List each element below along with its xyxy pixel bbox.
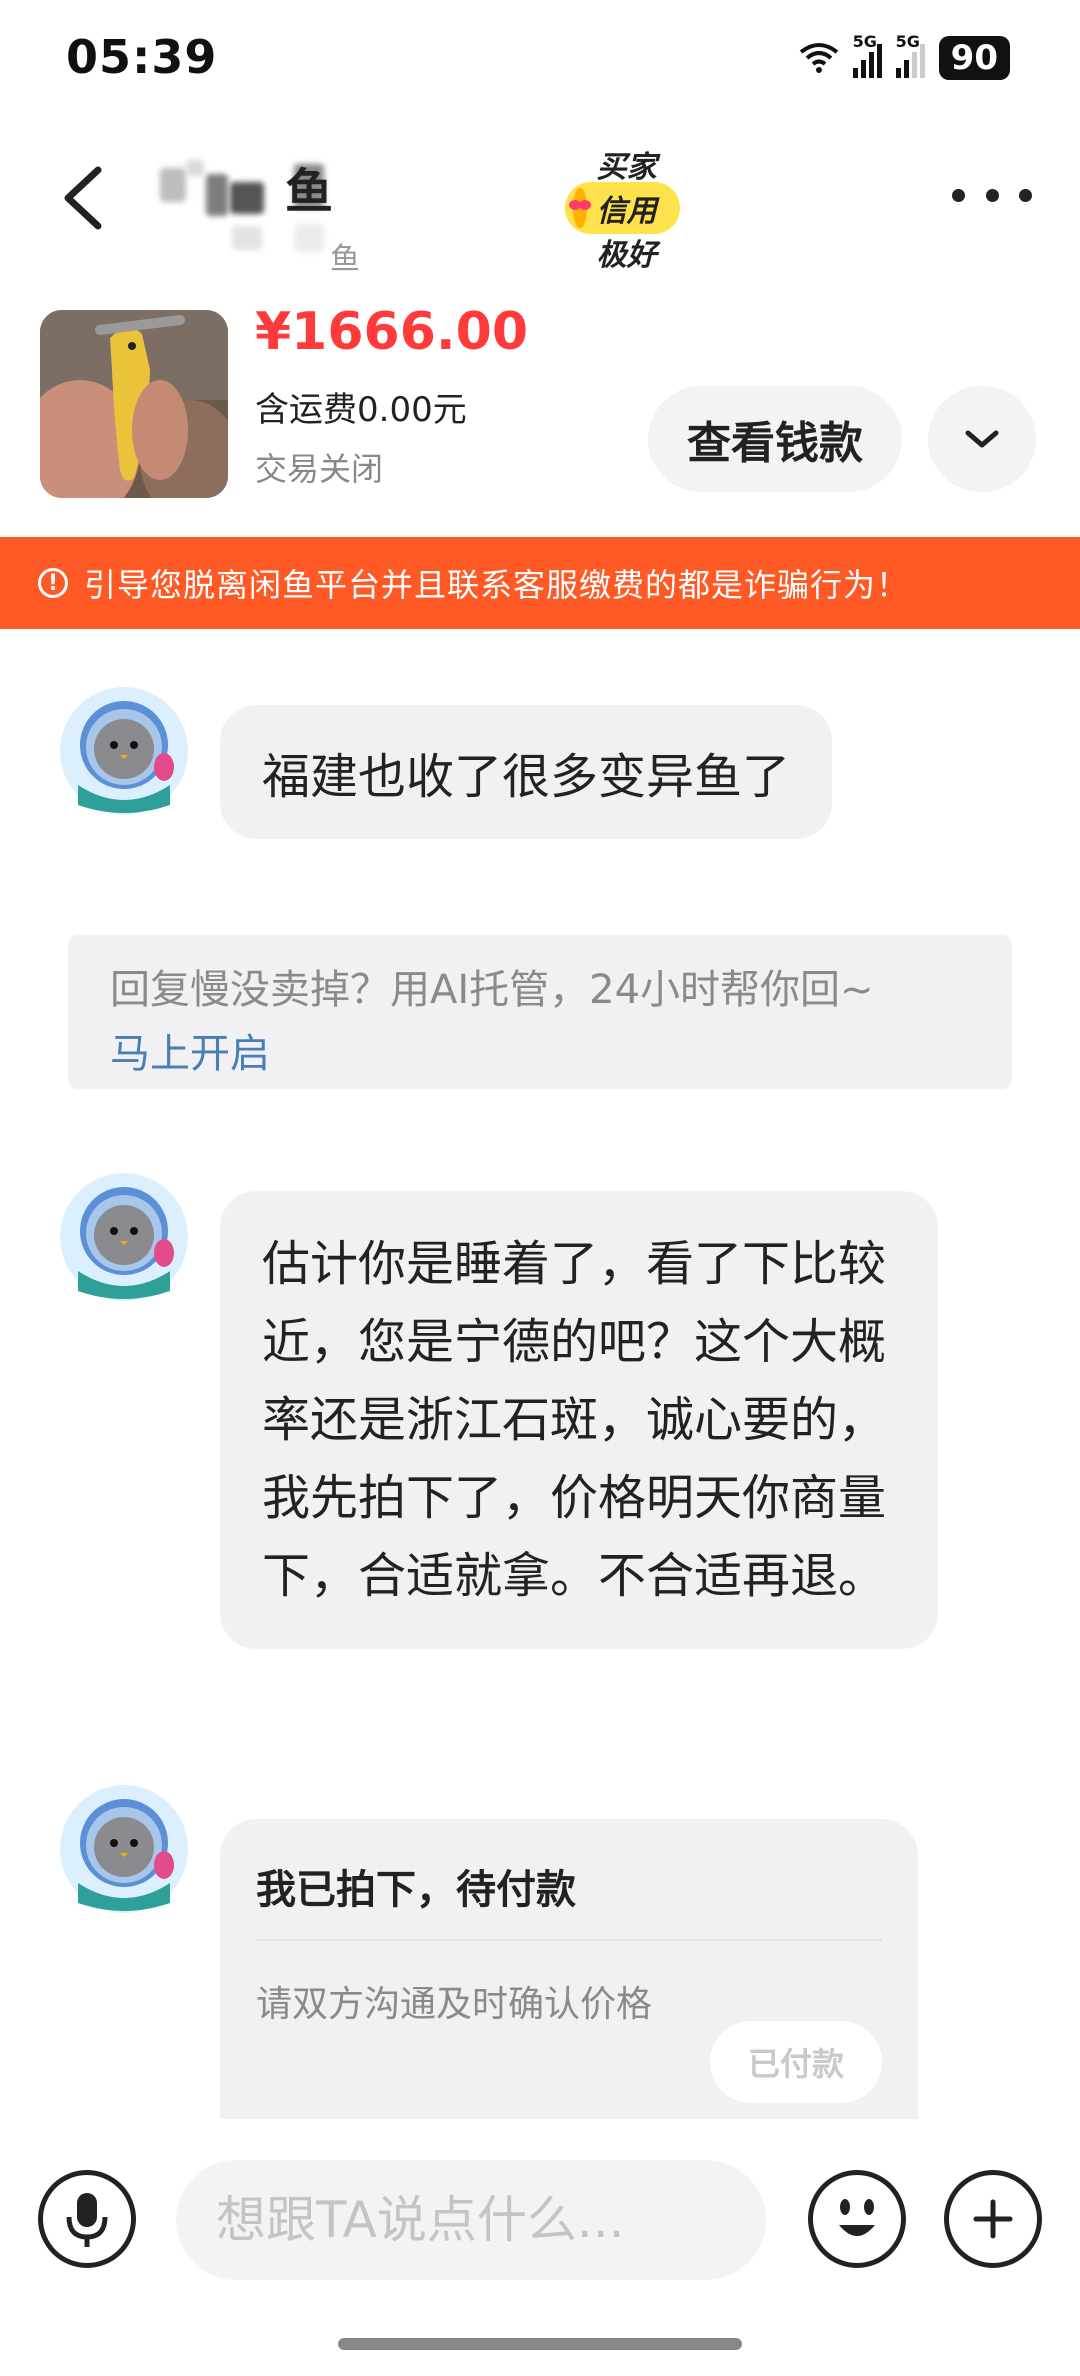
- battery-icon: 90: [938, 36, 1010, 80]
- avatar[interactable]: [58, 685, 190, 817]
- contact-subtitle: 鱼: [330, 242, 360, 277]
- more-icon[interactable]: [952, 180, 1032, 210]
- order-status-card[interactable]: 我已拍下，待付款 请双方沟通及时确认价格 已付款: [220, 1819, 918, 2119]
- credit-badge: 买家信用极好: [565, 150, 680, 273]
- credit-badge-label: 买家信用极好: [596, 150, 657, 273]
- message-text: 估计你是睡着了，看了下比较近，您是宁德的吧？这个大概率还是浙江石斑，诚心要的，我…: [262, 1236, 887, 1604]
- contact-title: 鱼 鱼 买家信用极好: [160, 148, 680, 277]
- network-label: 5G: [852, 32, 877, 51]
- chat-messages[interactable]: 福建也收了很多变异鱼了 回复慢没卖掉？用AI托管，24小时帮你回~ 马上开启 估…: [0, 629, 1080, 2119]
- view-payment-button[interactable]: 查看钱款: [648, 386, 902, 492]
- avatar[interactable]: [58, 1783, 190, 1915]
- avatar[interactable]: [58, 1171, 190, 1303]
- fraud-warning-banner: ! 引导您脱离闲鱼平台并且联系客服缴费的都是诈骗行为！: [0, 537, 1080, 629]
- back-icon[interactable]: [50, 158, 120, 238]
- trade-status: 交易关闭: [255, 450, 384, 488]
- message-text: 福建也收了很多变异鱼了: [262, 749, 791, 805]
- contact-name: 鱼: [285, 164, 334, 220]
- product-price: ¥1666.00: [255, 302, 529, 362]
- enable-ai-link[interactable]: 马上开启: [110, 1021, 270, 1079]
- emoji-icon[interactable]: [808, 2170, 906, 2268]
- signal-icon: 5G: [895, 32, 925, 78]
- signal-icon: 5G: [852, 32, 882, 78]
- paid-button[interactable]: 已付款: [710, 2021, 882, 2103]
- status-bar: 05:39 5G 5G 90: [0, 0, 1080, 118]
- alert-icon: !: [38, 568, 68, 598]
- home-indicator[interactable]: [338, 2338, 742, 2350]
- status-icons: 5G 5G 90: [799, 28, 1010, 88]
- message-input[interactable]: [176, 2160, 766, 2280]
- shipping-fee: 含运费0.00元: [255, 390, 467, 430]
- wifi-icon: [799, 43, 838, 73]
- divider: [256, 1939, 882, 1941]
- ai-assistant-tip: 回复慢没卖掉？用AI托管，24小时帮你回~ 马上开启: [68, 935, 1012, 1089]
- microphone-icon[interactable]: [38, 2170, 136, 2268]
- order-card-title: 我已拍下，待付款: [256, 1867, 576, 1913]
- message-bubble[interactable]: 估计你是睡着了，看了下比较近，您是宁德的吧？这个大概率还是浙江石斑，诚心要的，我…: [220, 1191, 938, 1649]
- chevron-down-icon[interactable]: [928, 386, 1036, 492]
- message-input-bar: [0, 2130, 1080, 2300]
- network-label: 5G: [895, 32, 920, 51]
- product-image[interactable]: [40, 310, 228, 498]
- plus-icon[interactable]: [944, 2170, 1042, 2268]
- order-card-desc: 请双方沟通及时确认价格: [256, 1984, 653, 2025]
- product-card[interactable]: ¥1666.00 含运费0.00元 交易关闭 查看钱款: [0, 290, 1080, 540]
- status-time: 05:39: [66, 30, 218, 84]
- ai-tip-text: 回复慢没卖掉？用AI托管，24小时帮你回~: [110, 967, 874, 1013]
- fraud-warning-text: 引导您脱离闲鱼平台并且联系客服缴费的都是诈骗行为！: [84, 566, 910, 604]
- heart-eyes-icon: [568, 188, 591, 228]
- message-bubble[interactable]: 福建也收了很多变异鱼了: [220, 705, 833, 839]
- chat-header: 鱼 鱼 买家信用极好: [0, 118, 1080, 278]
